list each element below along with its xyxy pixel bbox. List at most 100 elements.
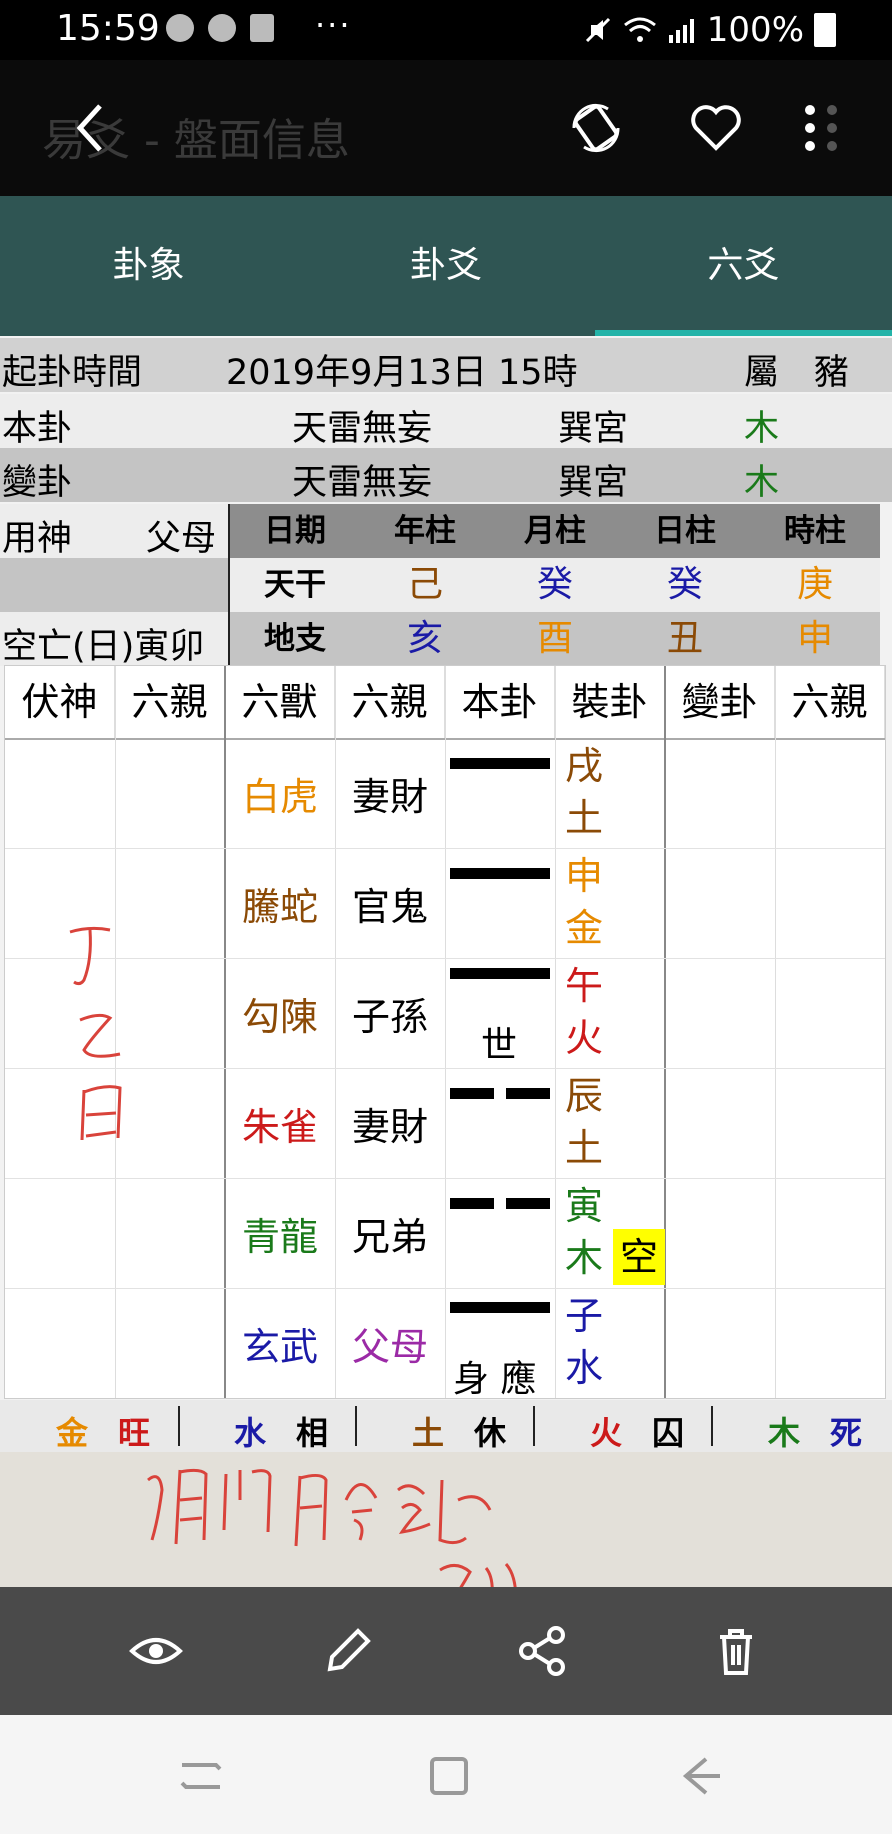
ben-gua-name: 天雷無妄 — [292, 409, 433, 449]
beast-zhu-que: 朱雀 — [241, 1105, 318, 1149]
battery-icon — [814, 13, 836, 47]
eye-icon[interactable] — [126, 1621, 186, 1681]
app-bar: 易爻 - 盤面信息 — [0, 60, 892, 196]
gan-hour: 庚 — [796, 564, 833, 605]
tab-gua-yao[interactable]: 卦爻 — [297, 196, 594, 336]
zhi-month: 酉 — [536, 618, 573, 659]
heart-icon[interactable] — [688, 100, 744, 156]
ben-gua-label: 本卦 — [2, 409, 73, 449]
kin-row-1: 妻財 — [351, 775, 428, 819]
zhi-year: 亥 — [406, 618, 443, 659]
notification-icons — [166, 14, 274, 42]
status-time: 15:59 — [56, 8, 160, 49]
wx-el-4: 火 — [590, 1414, 623, 1452]
zodiac: 屬 豬 — [744, 353, 850, 393]
pillar-header-date: 日期 — [264, 513, 326, 549]
wx-el-2: 水 — [234, 1414, 267, 1452]
col-liu-qin-1: 六親 — [115, 666, 225, 738]
wx-state-2: 相 — [296, 1414, 329, 1452]
bian-gua-label: 變卦 — [2, 463, 73, 503]
col-liu-qin-3: 六親 — [775, 666, 885, 738]
wx-el-3: 土 — [412, 1414, 445, 1452]
wuxing-state-bar: 金 旺 水 相 土 休 火 囚 木 死 — [0, 1400, 892, 1452]
gan-month: 癸 — [536, 564, 573, 605]
zhi-row-4: 辰土 — [565, 1074, 604, 1170]
gan-day: 癸 — [666, 564, 703, 605]
kongwang-row: 空亡(日)寅卯 — [0, 612, 228, 667]
bottom-toolbar — [0, 1587, 892, 1715]
yongshen-value: 父母 — [146, 519, 217, 559]
system-icons: 100% — [583, 10, 836, 50]
back-icon[interactable] — [676, 1751, 726, 1801]
kin-row-3: 子孫 — [351, 995, 428, 1039]
col-liu-qin-2: 六親 — [335, 666, 445, 738]
bian-gua-row: 變卦 天雷無妄 巽宮 木 — [0, 448, 892, 503]
wx-el-5: 木 — [768, 1414, 801, 1452]
beast-teng-she: 騰蛇 — [241, 885, 318, 929]
zhi-row-1: 戌土 — [565, 744, 604, 840]
pillar-header-month: 月柱 — [524, 513, 586, 549]
kongwang: 空亡(日)寅卯 — [2, 627, 205, 667]
col-bian-gua: 變卦 — [665, 666, 775, 738]
rotate-icon[interactable] — [568, 100, 624, 156]
beast-bai-hu: 白虎 — [241, 775, 318, 819]
yongshen-row: 用神 父母 — [0, 504, 228, 559]
kin-row-5: 兄弟 — [351, 1215, 428, 1259]
ben-gua-row: 本卦 天雷無妄 巽宮 木 — [0, 394, 892, 449]
more-notifications-icon: ··· — [315, 6, 352, 44]
zhi-row-2: 申金 — [565, 854, 604, 950]
home-icon[interactable] — [424, 1751, 474, 1801]
mute-icon — [585, 17, 610, 43]
ben-gua-element: 木 — [744, 409, 780, 449]
pillar-header: 日期 年柱 月柱 日柱 時柱 — [228, 504, 880, 558]
tab-gua-xiang[interactable]: 卦象 — [0, 196, 297, 336]
beast-xuan-wu: 玄武 — [241, 1325, 318, 1369]
pillar-header-year: 年柱 — [394, 513, 456, 549]
time-value: 2019年9月13日 15時 — [226, 353, 578, 393]
wx-state-1: 旺 — [118, 1414, 151, 1452]
col-fu-shen: 伏神 — [5, 666, 115, 738]
kin-row-6: 父母 — [351, 1325, 428, 1369]
wx-state-4: 囚 — [652, 1414, 685, 1452]
recent-apps-icon[interactable] — [176, 1751, 226, 1801]
status-bar: 15:59 ··· 100% — [0, 0, 892, 60]
zhi-hour: 申 — [796, 618, 833, 659]
tab-liu-yao[interactable]: 六爻 — [594, 196, 892, 336]
wx-state-5: 死 — [830, 1414, 863, 1452]
zhi-row-6: 子水 — [565, 1294, 604, 1390]
gan-label: 天干 — [264, 567, 326, 603]
wx-state-3: 休 — [474, 1414, 507, 1452]
yao-table: 伏神 六親 六獸 六親 本卦 裝卦 變卦 六親 白虎 妻財 戌土 騰蛇 官鬼 申… — [4, 665, 886, 1400]
battery-percent: 100% — [706, 10, 804, 50]
tab-bar: 卦象 卦爻 六爻 — [0, 196, 892, 336]
edit-pencil-icon[interactable] — [318, 1621, 378, 1681]
shi-mark: 世 — [481, 1025, 518, 1066]
ben-gua-palace: 巽宮 — [558, 409, 629, 449]
chrome-icon — [166, 14, 194, 42]
yongshen-label: 用神 — [2, 519, 73, 559]
pillar-header-day: 日柱 — [654, 513, 716, 549]
bian-gua-element: 木 — [744, 463, 780, 503]
pillar-zhi: 地支 亥 酉 丑 申 — [228, 612, 880, 666]
kin-row-2: 官鬼 — [351, 885, 428, 929]
kin-row-4: 妻財 — [351, 1105, 428, 1149]
back-arrow-icon[interactable] — [70, 98, 110, 158]
kong-badge: 空 — [613, 1229, 665, 1285]
side-blank — [0, 558, 228, 612]
share-icon[interactable] — [512, 1621, 572, 1681]
time-label: 起卦時間 — [2, 353, 143, 393]
system-nav-bar — [0, 1715, 892, 1834]
zhi-day: 丑 — [666, 618, 703, 659]
beast-gou-chen: 勾陳 — [241, 995, 318, 1039]
col-ben-gua: 本卦 — [445, 666, 555, 738]
zhi-row-5: 寅木 — [565, 1184, 604, 1280]
trash-icon[interactable] — [706, 1621, 766, 1681]
shen-ying-mark: 身 應 — [453, 1359, 537, 1400]
pillar-header-hour: 時柱 — [784, 513, 846, 549]
col-liu-shou: 六獸 — [225, 666, 335, 738]
bian-gua-palace: 巽宮 — [558, 463, 629, 503]
col-zhuang-gua: 裝卦 — [555, 666, 665, 738]
note-area — [0, 1452, 892, 1587]
more-options-icon[interactable] — [790, 100, 846, 156]
chrome-icon-2 — [208, 14, 236, 42]
